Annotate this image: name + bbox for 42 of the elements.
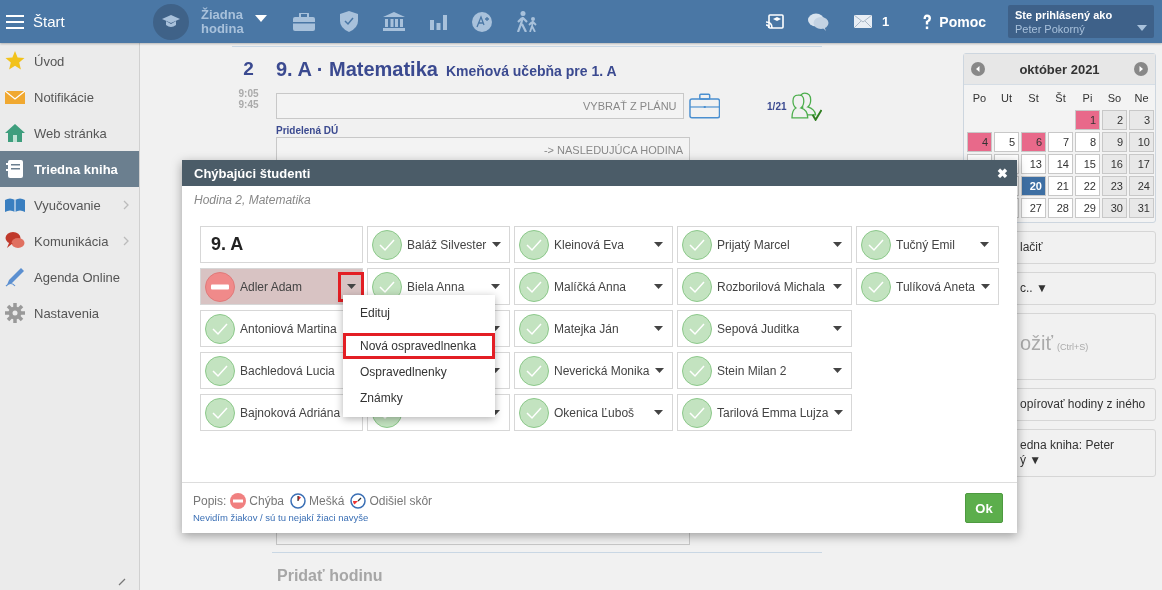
student-name: Rozborilová Michala bbox=[717, 279, 826, 294]
homework-label: Pridelená DÚ bbox=[276, 125, 340, 136]
student-name: Bachledová Lucia bbox=[240, 363, 335, 378]
weekday-label: Pi bbox=[1081, 91, 1094, 106]
user-caption: Ste prihlásený ako bbox=[1015, 9, 1114, 21]
student-name: Adler Adam bbox=[240, 279, 303, 294]
student-name: Tučný Emil bbox=[896, 237, 955, 252]
weekday-label: Ne bbox=[1133, 91, 1150, 106]
student-name: Prijatý Marcel bbox=[717, 237, 790, 252]
student-name: Bajnoková Adriána bbox=[240, 405, 341, 420]
student-name: Matejka Ján bbox=[554, 321, 619, 336]
weekday-label: So bbox=[1106, 91, 1123, 106]
lesson-number: 2 bbox=[243, 58, 254, 81]
student-name: Neverická Monika bbox=[554, 363, 650, 378]
weekday-label: Po bbox=[971, 91, 988, 106]
student-name: Antoniová Martina bbox=[240, 321, 337, 336]
classroom-name: Kmeňová učebňa pre 1. A bbox=[445, 63, 617, 79]
student-name: Stein Milan 2 bbox=[717, 363, 787, 378]
student-name: Biela Anna bbox=[407, 279, 465, 294]
month-title: október 2021 bbox=[1019, 61, 1100, 77]
student-name: Baláž Silvester bbox=[407, 237, 487, 252]
user-name: Peter Pokorný bbox=[1015, 23, 1085, 35]
lesson-title: 9. A · Matematika bbox=[276, 58, 438, 81]
legend-text: Chýba bbox=[249, 494, 285, 508]
attendance-count: 1/21 bbox=[767, 100, 787, 112]
student-name: Malíčká Anna bbox=[554, 279, 627, 294]
unread-count: 1 bbox=[882, 14, 890, 29]
legend-text: Mešká bbox=[309, 494, 345, 508]
student-name: Sepová Juditka bbox=[717, 321, 800, 336]
class-label: 9. A bbox=[200, 226, 363, 263]
dialog-title: Chýbajúci študenti bbox=[194, 165, 311, 181]
legend-text: Odišiel skôr bbox=[369, 494, 433, 508]
weekday-label: St bbox=[1027, 91, 1040, 106]
student-name: Okenica Ľuboš bbox=[554, 405, 635, 420]
dialog-subtitle: Hodina 2, Matematika bbox=[194, 193, 312, 209]
student-name: Kleinová Eva bbox=[554, 237, 625, 252]
weekday-label: Št bbox=[1054, 91, 1067, 106]
start-time: 9:05 bbox=[238, 88, 259, 99]
weekday-label: Ut bbox=[1000, 91, 1013, 106]
legend-label: Popis: bbox=[193, 494, 227, 508]
end-time: 9:45 bbox=[238, 99, 259, 110]
student-name: Tarilová Emma Lujza bbox=[717, 405, 829, 420]
